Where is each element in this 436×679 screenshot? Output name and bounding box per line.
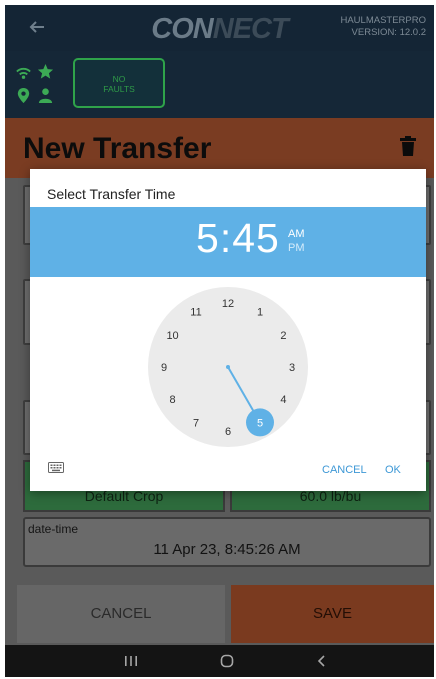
faults-line-1: NO [112,74,126,84]
home-icon[interactable] [219,653,235,669]
clock-number-12[interactable]: 12 [222,298,234,310]
dialog-ok-button[interactable]: OK [385,464,401,476]
clock-number-3[interactable]: 3 [289,362,295,374]
app-bar: CONNECT HAULMASTERPRO VERSION: 12.0.2 [5,5,434,51]
time-picker-dialog: Select Transfer Time 5:45 AM PM 12 1 2 3 4 5 6… [30,169,426,491]
star-icon [37,63,54,79]
time-header: 5:45 AM PM [30,207,426,277]
product-name: HAULMASTERPRO [340,15,426,26]
clock-number-2[interactable]: 2 [280,330,286,342]
cancel-button[interactable]: CANCEL [17,585,225,643]
faults-line-2: FAULTS [103,84,135,94]
clock-number-10[interactable]: 10 [166,330,178,342]
back-icon[interactable] [314,653,330,669]
location-pin-icon [17,87,30,104]
time-display: 5:45 [196,215,280,262]
system-nav-bar [5,645,434,677]
clock-number-9[interactable]: 9 [161,362,167,374]
recent-apps-icon[interactable] [123,653,139,669]
clock-center-dot [226,365,230,369]
dialog-title: Select Transfer Time [47,186,176,202]
clock-number-4[interactable]: 4 [280,394,286,406]
save-button[interactable]: SAVE [231,585,434,643]
datetime-label: date-time [28,522,79,536]
keyboard-icon[interactable] [48,462,64,473]
trash-icon[interactable] [398,135,418,157]
device-screen: CONNECT HAULMASTERPRO VERSION: 12.0.2 NO… [5,5,434,677]
person-icon [38,88,53,104]
time-separator: : [219,215,233,261]
am-toggle[interactable]: AM [288,228,305,240]
dialog-cancel-button[interactable]: CANCEL [322,464,367,476]
wifi-icon [16,67,31,79]
version-text: VERSION: 12.0.2 [351,27,426,38]
hour-display[interactable]: 5 [196,215,220,261]
minute-display[interactable]: 45 [232,215,280,261]
datetime-field[interactable]: date-time 11 Apr 23, 8:45:26 AM [23,517,431,567]
status-strip [5,51,434,118]
clock-number-6[interactable]: 6 [225,426,231,438]
clock-number-11[interactable]: 11 [190,307,201,319]
datetime-value: 11 Apr 23, 8:45:26 AM [153,541,301,558]
page-title: New Transfer [23,132,212,165]
clock-number-7[interactable]: 7 [193,417,199,429]
clock-number-8[interactable]: 8 [170,394,176,406]
clock-number-5[interactable]: 5 [257,417,263,429]
clock-number-1[interactable]: 1 [257,307,263,319]
faults-indicator[interactable]: NO FAULTS [73,58,165,108]
clock-face[interactable]: 121234567891011 [148,287,308,447]
pm-toggle[interactable]: PM [288,242,305,254]
version-info: HAULMASTERPRO VERSION: 12.0.2 [340,15,426,39]
